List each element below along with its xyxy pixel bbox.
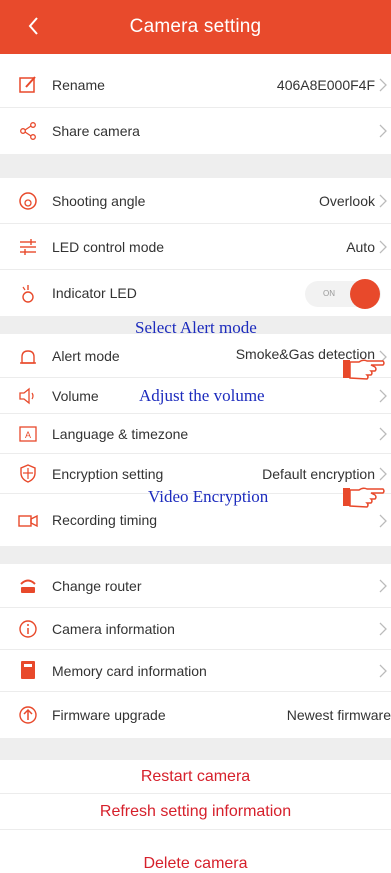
chevron-right-icon bbox=[379, 194, 387, 208]
rename-label: Rename bbox=[52, 76, 105, 93]
indicator-light-icon bbox=[22, 285, 34, 303]
sliders-icon bbox=[20, 239, 36, 255]
indicator-led-label: Indicator LED bbox=[52, 285, 137, 301]
annotation-adjust-volume: Adjust the volume bbox=[139, 386, 265, 405]
shooting-angle-row[interactable]: Shooting angle Overlook bbox=[0, 178, 391, 224]
pointing-hand-icon bbox=[343, 359, 385, 380]
chevron-right-icon bbox=[379, 622, 387, 636]
section-divider bbox=[0, 546, 391, 564]
memory-card-label: Memory card information bbox=[52, 662, 207, 679]
encryption-setting-label: Encryption setting bbox=[52, 465, 164, 482]
recording-timing-label: Recording timing bbox=[52, 512, 158, 528]
chevron-right-icon bbox=[379, 78, 387, 92]
chevron-right-icon bbox=[379, 467, 387, 481]
camera-angle-icon bbox=[19, 192, 37, 210]
chevron-right-icon bbox=[379, 664, 387, 678]
svg-text:A: A bbox=[25, 430, 31, 440]
share-icon bbox=[20, 122, 36, 140]
memory-card-icon bbox=[21, 661, 35, 679]
led-control-mode-row[interactable]: LED control mode Auto bbox=[0, 224, 391, 270]
language-timezone-row[interactable]: A Language & timezone bbox=[0, 414, 391, 454]
volume-icon bbox=[19, 387, 34, 405]
encryption-setting-value: Default encryption bbox=[262, 465, 375, 482]
language-icon: A bbox=[19, 426, 37, 442]
indicator-led-row: Indicator LED ON bbox=[0, 270, 391, 316]
led-control-mode-value: Auto bbox=[346, 238, 375, 255]
upgrade-arrow-icon bbox=[19, 706, 37, 724]
shooting-angle-label: Shooting angle bbox=[52, 192, 146, 209]
delete-camera-button[interactable]: Delete camera bbox=[0, 842, 391, 873]
video-camera-icon bbox=[18, 514, 38, 528]
alert-mode-row[interactable]: Alert mode Smoke&Gas detection bbox=[0, 334, 391, 378]
shooting-angle-value: Overlook bbox=[318, 192, 375, 209]
shield-icon bbox=[20, 464, 36, 483]
chevron-right-icon bbox=[379, 389, 387, 403]
camera-information-label: Camera information bbox=[52, 620, 175, 637]
firmware-upgrade-label: Firmware upgrade bbox=[52, 707, 166, 723]
share-camera-row[interactable]: Share camera bbox=[0, 108, 391, 154]
memory-card-row[interactable]: Memory card information bbox=[0, 650, 391, 692]
page-title: Camera setting bbox=[129, 16, 262, 37]
toggle-knob bbox=[350, 279, 380, 309]
alert-mode-label: Alert mode bbox=[52, 348, 120, 364]
router-icon bbox=[20, 579, 36, 593]
chevron-right-icon bbox=[379, 240, 387, 254]
chevron-right-icon bbox=[379, 514, 387, 528]
rename-row[interactable]: Rename 406A8E000F4F bbox=[0, 62, 391, 108]
firmware-upgrade-row[interactable]: Firmware upgrade Newest firmware bbox=[0, 692, 391, 738]
section-divider bbox=[0, 154, 391, 178]
led-control-mode-label: LED control mode bbox=[52, 238, 165, 255]
indicator-led-toggle[interactable]: ON bbox=[305, 279, 381, 309]
toggle-on-text: ON bbox=[323, 289, 335, 298]
refresh-setting-button[interactable]: Refresh setting information bbox=[0, 794, 391, 830]
bell-icon bbox=[20, 350, 36, 364]
change-router-label: Change router bbox=[52, 577, 142, 594]
edit-icon bbox=[19, 76, 36, 93]
back-chevron-icon[interactable] bbox=[22, 14, 46, 38]
pointing-hand-icon bbox=[343, 487, 385, 508]
restart-camera-button[interactable]: Restart camera bbox=[0, 760, 391, 794]
chevron-right-icon bbox=[379, 427, 387, 441]
annotation-video-encryption: Video Encryption bbox=[148, 487, 269, 506]
share-camera-label: Share camera bbox=[52, 123, 140, 139]
info-icon bbox=[19, 620, 37, 638]
chevron-right-icon bbox=[379, 124, 387, 138]
section-divider bbox=[0, 738, 391, 760]
annotation-select-alert-mode: Select Alert mode bbox=[135, 318, 257, 337]
chevron-right-icon bbox=[379, 579, 387, 593]
app-header: Camera setting bbox=[0, 0, 391, 54]
volume-label: Volume bbox=[52, 387, 99, 404]
language-timezone-label: Language & timezone bbox=[52, 425, 189, 442]
rename-value: 406A8E000F4F bbox=[276, 76, 375, 93]
firmware-upgrade-value: Newest firmware bbox=[286, 707, 391, 723]
change-router-row[interactable]: Change router bbox=[0, 564, 391, 608]
camera-information-row[interactable]: Camera information bbox=[0, 608, 391, 650]
